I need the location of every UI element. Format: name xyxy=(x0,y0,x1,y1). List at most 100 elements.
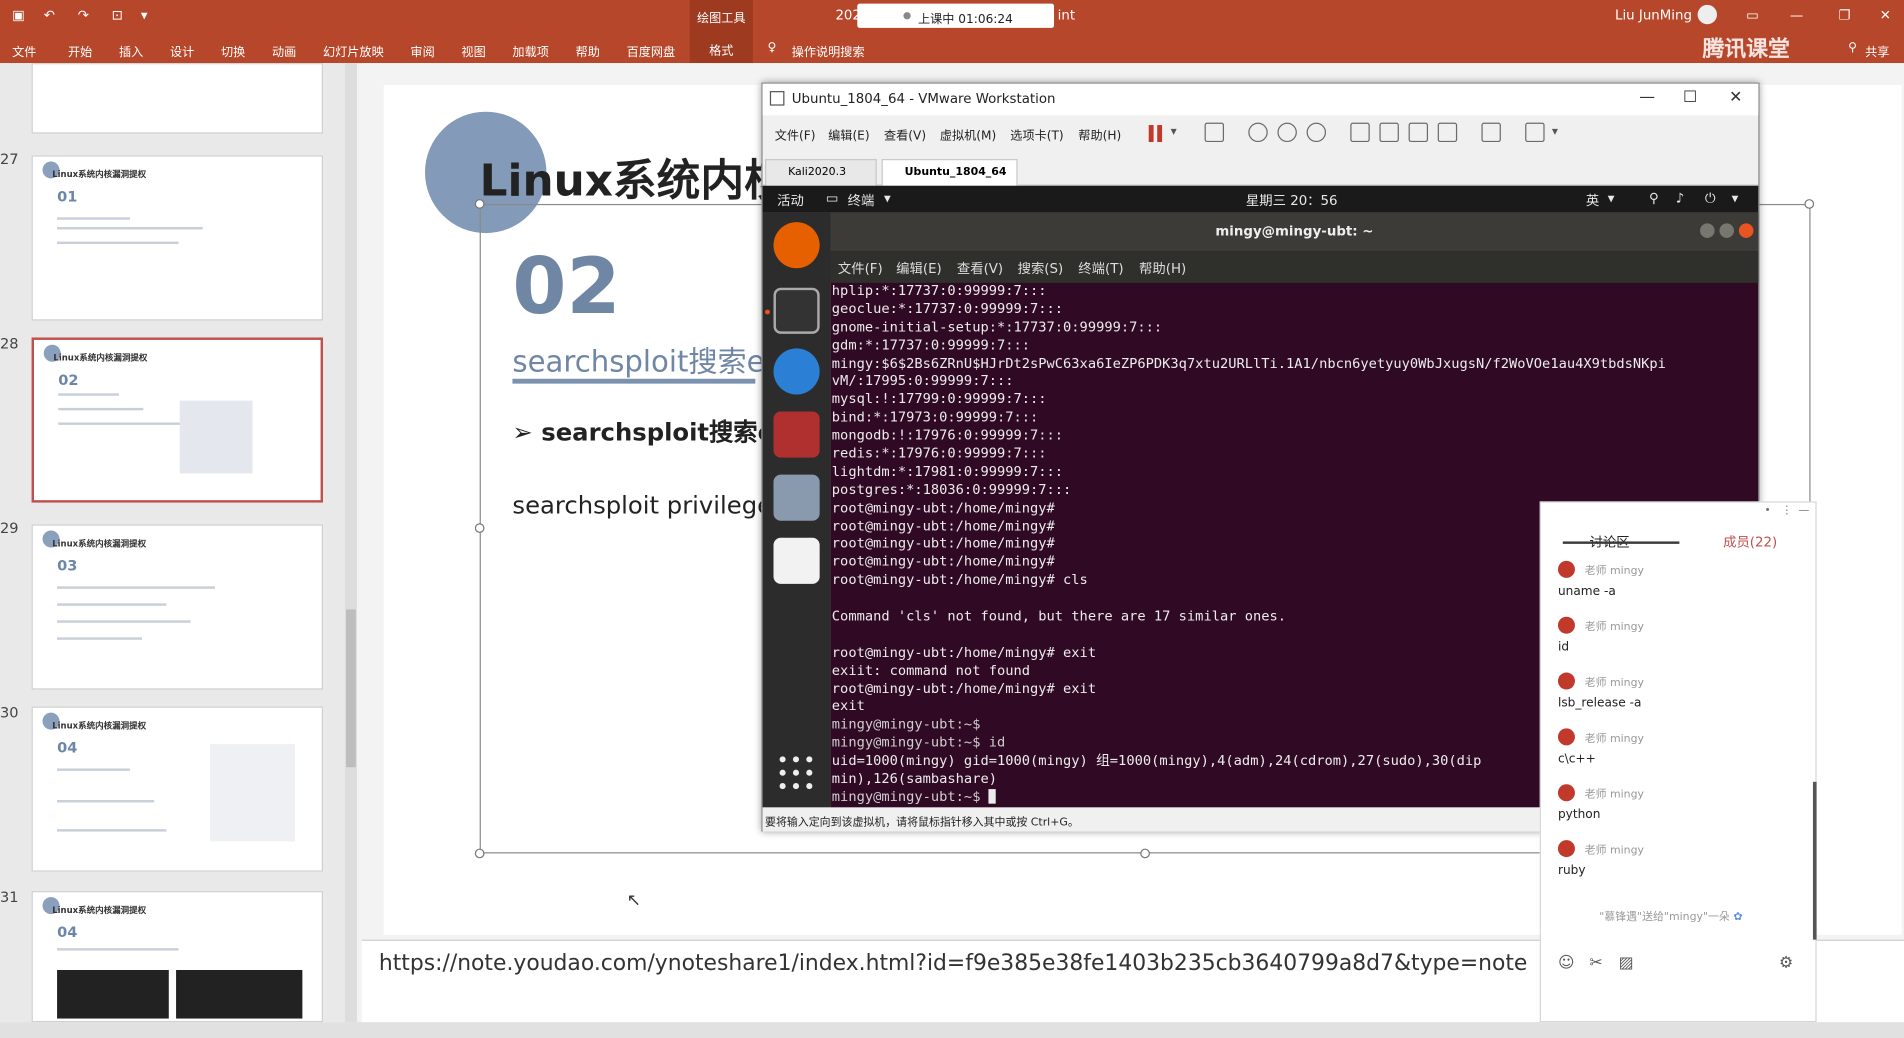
text-editor-icon[interactable] xyxy=(773,537,820,584)
tab-animations[interactable]: 动画 xyxy=(272,41,296,59)
fullscreen-icon[interactable] xyxy=(1408,122,1429,143)
emoji-icon[interactable]: ☺ xyxy=(1558,954,1574,972)
close-icon[interactable]: ✕ xyxy=(1880,7,1891,23)
resize-handle[interactable] xyxy=(1804,199,1815,209)
slideshow-icon[interactable]: ⊡ xyxy=(112,7,123,23)
term-menu-file[interactable]: 文件(F) xyxy=(838,259,883,278)
send-ctrl-alt-del-icon[interactable] xyxy=(1204,122,1225,143)
tab-file[interactable]: 文件 xyxy=(12,41,36,59)
terminal-app-menu[interactable]: 终端 xyxy=(848,191,875,210)
terminal-dock-icon[interactable] xyxy=(773,287,820,334)
tab-baidu[interactable]: 百度网盘 xyxy=(627,41,676,59)
menu-file[interactable]: 文件(F) xyxy=(775,125,816,143)
tab-members[interactable]: 成员(22) xyxy=(1723,532,1777,551)
files-icon[interactable] xyxy=(773,474,820,521)
maximize-icon[interactable] xyxy=(1719,223,1735,238)
input-dropdown-icon[interactable]: ▾ xyxy=(1608,191,1615,207)
network-icon[interactable]: ⚲ xyxy=(1649,191,1659,207)
tab-view[interactable]: 视图 xyxy=(461,41,485,59)
term-menu-search[interactable]: 搜索(S) xyxy=(1018,259,1064,278)
pin-icon[interactable]: • xyxy=(1764,505,1770,517)
discussion-scrollbar[interactable] xyxy=(1812,781,1817,940)
clock[interactable]: 星期三 20：56 xyxy=(1246,191,1338,210)
revert-snapshot-icon[interactable] xyxy=(1277,122,1297,143)
chat-message[interactable]: 老师 mingy ruby xyxy=(1557,838,1801,887)
terminal-titlebar[interactable]: mingy@mingy-ubt: ~ xyxy=(830,212,1759,252)
avatar[interactable] xyxy=(1697,4,1718,25)
undo-icon[interactable]: ↶ xyxy=(44,7,55,23)
slide-title[interactable]: Linux系统内核 xyxy=(480,146,788,209)
tab-ubuntu[interactable]: Ubuntu_1804_64 xyxy=(881,159,1018,186)
save-icon[interactable]: ▣ xyxy=(12,7,25,23)
close-icon[interactable]: ✕ xyxy=(1729,89,1742,107)
minimize-icon[interactable]: — xyxy=(1639,89,1655,107)
resize-handle[interactable] xyxy=(474,523,485,533)
power-icon[interactable]: ⏻ xyxy=(1705,191,1716,208)
close-icon[interactable] xyxy=(1738,223,1754,238)
volume-icon[interactable]: ♪ xyxy=(1676,191,1685,207)
pause-icon[interactable] xyxy=(1148,125,1164,143)
tab-insert[interactable]: 插入 xyxy=(119,41,143,59)
app-menu-dropdown-icon[interactable]: ▾ xyxy=(884,191,891,207)
chat-message[interactable]: 老师 mingy lsb_release -a xyxy=(1557,670,1801,719)
menu-vm[interactable]: 虚拟机(M) xyxy=(940,125,996,143)
tab-review[interactable]: 审阅 xyxy=(410,41,434,59)
console-icon[interactable] xyxy=(1481,122,1501,143)
stretch-icon[interactable] xyxy=(1525,122,1545,143)
snapshot-manager-icon[interactable] xyxy=(1306,122,1327,143)
tab-transitions[interactable]: 切换 xyxy=(221,41,245,59)
scissors-icon[interactable]: ✂ xyxy=(1590,954,1603,972)
tab-addins[interactable]: 加载项 xyxy=(512,41,548,59)
resize-handle[interactable] xyxy=(474,199,485,209)
maximize-icon[interactable]: ☐ xyxy=(1683,89,1697,107)
library-icon[interactable] xyxy=(1350,122,1370,143)
slide-thumbnail-prev[interactable] xyxy=(31,63,324,134)
snapshot-icon[interactable] xyxy=(1248,122,1268,143)
tab-help[interactable]: 帮助 xyxy=(576,41,600,59)
more-icon[interactable]: ⋮ xyxy=(1781,505,1792,517)
sublime-icon[interactable] xyxy=(773,411,820,458)
ribbon-display-icon[interactable]: ▭ xyxy=(1746,7,1759,23)
firefox-icon[interactable] xyxy=(773,222,820,269)
menu-edit[interactable]: 编辑(E) xyxy=(828,125,869,143)
tell-me-search[interactable]: 操作说明搜索 xyxy=(792,41,865,59)
tab-design[interactable]: 设计 xyxy=(170,41,194,59)
customize-qat-icon[interactable]: ▾ xyxy=(141,7,148,23)
minimize-icon[interactable] xyxy=(1700,223,1715,238)
chat-message[interactable]: 老师 mingy python xyxy=(1557,782,1801,831)
live-class-badge[interactable]: 上课中 01:06:24 xyxy=(857,3,1055,28)
chromium-icon[interactable] xyxy=(773,348,820,395)
resize-handle[interactable] xyxy=(1140,848,1150,859)
system-menu-dropdown-icon[interactable]: ▾ xyxy=(1732,191,1739,207)
settings-icon[interactable]: ⚙ xyxy=(1779,954,1793,972)
chat-message[interactable]: 老师 mingy id xyxy=(1557,614,1801,663)
stretch-dropdown-icon[interactable]: ▾ xyxy=(1552,125,1558,138)
slide-thumbnail[interactable]: Linux系统内核漏洞提权 04 xyxy=(31,706,324,872)
share-button[interactable]: 共享 xyxy=(1865,41,1889,59)
notes-text[interactable]: https://note.youdao.com/ynoteshare1/inde… xyxy=(379,951,1528,976)
term-menu-terminal[interactable]: 终端(T) xyxy=(1078,259,1123,278)
account-name[interactable]: Liu JunMing xyxy=(1615,7,1692,23)
collapse-icon[interactable]: — xyxy=(1798,505,1809,517)
slide-thumbnail-selected[interactable]: Linux系统内核漏洞提权 02 xyxy=(31,337,324,503)
input-method[interactable]: 英 xyxy=(1586,191,1599,210)
resize-handle[interactable] xyxy=(474,848,485,859)
terminal-app-icon[interactable]: ▭ xyxy=(826,191,839,207)
thumbnail-bar-icon[interactable] xyxy=(1379,122,1399,143)
slide-thumbnail[interactable]: Linux系统内核漏洞提权 03 xyxy=(31,524,324,690)
term-menu-view[interactable]: 查看(V) xyxy=(957,259,1003,278)
menu-tabs[interactable]: 选项卡(T) xyxy=(1010,125,1063,143)
show-applications-icon[interactable] xyxy=(779,756,814,790)
unity-icon[interactable] xyxy=(1437,122,1458,143)
menu-view[interactable]: 查看(V) xyxy=(884,125,926,143)
redo-icon[interactable]: ↷ xyxy=(78,7,89,23)
term-menu-edit[interactable]: 编辑(E) xyxy=(896,259,942,278)
pause-dropdown-icon[interactable]: ▾ xyxy=(1171,125,1177,138)
thumbnail-scrollbar[interactable] xyxy=(344,63,358,1023)
slide-thumbnail[interactable]: Linux系统内核漏洞提权 01 xyxy=(31,155,324,321)
term-menu-help[interactable]: 帮助(H) xyxy=(1139,259,1186,278)
minimize-icon[interactable]: — xyxy=(1790,7,1803,23)
menu-help[interactable]: 帮助(H) xyxy=(1078,125,1121,143)
tab-kali[interactable]: Kali2020.3 xyxy=(765,159,877,186)
vmware-titlebar[interactable]: Ubuntu_1804_64 - VMware Workstation — ☐ … xyxy=(762,83,1759,116)
